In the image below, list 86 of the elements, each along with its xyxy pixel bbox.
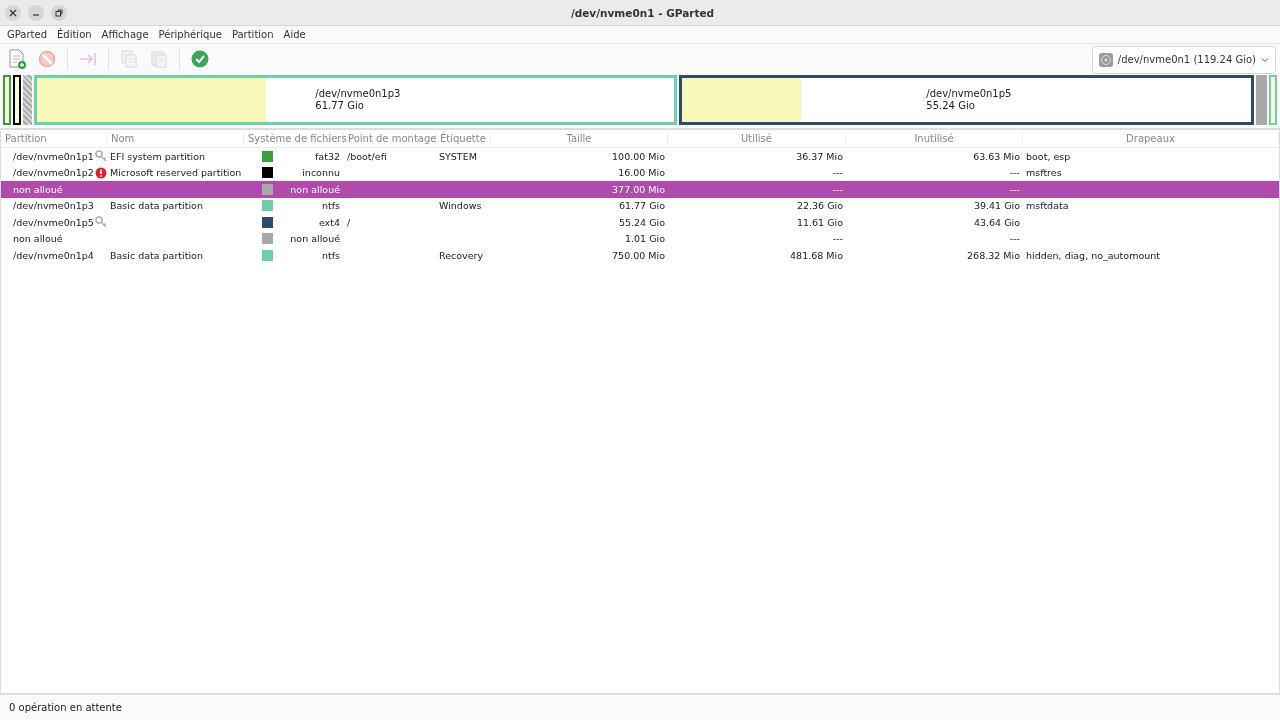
table-cell: /dev/nvme0n1p4 (13, 249, 94, 261)
partition-segment[interactable]: /dev/nvme0n1p3 61.77 Gio (34, 75, 677, 125)
device-dropdown[interactable]: /dev/nvme0n1 (119.24 Gio) (1091, 45, 1276, 74)
caret-icon (1260, 55, 1270, 64)
menu-item[interactable]: Aide (278, 29, 311, 40)
column-header[interactable]: Système de fichiers (244, 133, 344, 144)
table-cell: non alloué (13, 233, 63, 245)
table-cell: 16.00 Mio (618, 167, 665, 179)
restore-icon (55, 8, 63, 17)
table-cell: 1.01 Gio (625, 233, 665, 245)
table-cell: non alloué (290, 183, 340, 195)
table-cell: Windows (439, 200, 482, 212)
table-cell: 377.00 Mio (612, 183, 665, 195)
table-cell: --- (1009, 167, 1020, 179)
menu-item[interactable]: Partition (226, 29, 279, 40)
table-row[interactable]: /dev/nvme0n1p4 Basic data partition ntfs Recovery 750.00 Mio 481.68 Mio 268.32 Mio hidden, diag, no_automount (1, 247, 1279, 264)
table-cell: 43.64 Gio (973, 216, 1020, 228)
new-partition-icon (6, 47, 28, 70)
table-cell: --- (832, 183, 843, 195)
menu-item[interactable]: GParted (2, 29, 52, 40)
table-cell: 55.24 Gio (618, 216, 665, 228)
table-cell: --- (832, 167, 843, 179)
table-cell: /boot/efi (347, 150, 387, 162)
table-cell: /dev/nvme0n1p1 (13, 150, 94, 162)
minimize-button[interactable] (28, 4, 44, 21)
table-cell: Recovery (439, 249, 484, 261)
table-cell: 481.68 Mio (790, 249, 843, 261)
table-cell: msftres (1026, 167, 1062, 179)
table-cell: 36.37 Mio (796, 150, 843, 162)
table-cell: 61.77 Gio (618, 200, 665, 212)
table-cell: inconnu (302, 167, 340, 179)
close-button[interactable] (5, 4, 21, 21)
menu-item[interactable]: Édition (52, 29, 97, 40)
table-cell: Basic data partition (110, 200, 203, 212)
column-header[interactable]: Taille (491, 133, 668, 144)
table-cell: Microsoft reserved partition (110, 167, 242, 179)
table-cell: Basic data partition (110, 249, 203, 261)
table-row[interactable]: non alloué non alloué 1.01 Gio --- --- (1, 230, 1279, 247)
table-cell: ntfs (321, 200, 340, 212)
table-row[interactable]: /dev/nvme0n1p2 Microsoft reserved partition inconnu 16.00 Mio --- --- msftres (1, 164, 1279, 181)
column-header[interactable]: Partition (1, 133, 107, 144)
close-icon (9, 8, 17, 17)
menu-item[interactable]: Périphérique (153, 29, 227, 40)
table-cell: --- (1009, 233, 1020, 245)
column-header[interactable]: Utilisé (668, 133, 846, 144)
table-cell: /dev/nvme0n1p2 (13, 167, 94, 179)
table-row[interactable]: /dev/nvme0n1p1 EFI system partition fat32 /boot/efi SYSTEM 100.00 Mio 36.37 Mio 63.63 Mio boot, esp (1, 148, 1279, 165)
table-cell: SYSTEM (439, 150, 477, 162)
table-cell: 11.61 Gio (796, 216, 843, 228)
partition-segment[interactable] (13, 75, 21, 125)
table-cell: 100.00 Mio (612, 150, 665, 162)
table-cell: --- (832, 233, 843, 245)
table-row[interactable]: non alloué non alloué 377.00 Mio --- --- (1, 181, 1279, 198)
table-cell: msftdata (1026, 200, 1069, 212)
copy-icon (118, 47, 140, 70)
table-cell: 39.41 Gio (973, 200, 1020, 212)
table-cell: --- (1009, 183, 1020, 195)
menu-item[interactable]: Affichage (96, 29, 154, 40)
status-text: 0 opération en attente (9, 702, 122, 713)
table-cell: EFI system partition (110, 150, 205, 162)
column-header[interactable]: Drapeaux (1023, 133, 1279, 144)
table-cell: /dev/nvme0n1p3 (13, 200, 94, 212)
disk-icon (1097, 51, 1114, 68)
table-cell: 750.00 Mio (612, 249, 665, 261)
table-cell: boot, esp (1026, 150, 1071, 162)
table-cell: hidden, diag, no_automount (1026, 249, 1160, 261)
table-cell: ext4 (318, 216, 340, 228)
table-row[interactable]: /dev/nvme0n1p3 Basic data partition ntfs Windows 61.77 Gio 22.36 Gio 39.41 Gio msftdata (1, 197, 1279, 214)
table-row[interactable]: /dev/nvme0n1p5 ext4 / 55.24 Gio 11.61 Gio 43.64 Gio (1, 214, 1279, 231)
column-header[interactable]: Inutilisé (846, 133, 1023, 144)
table-cell: / (347, 216, 351, 228)
table-cell: 268.32 Mio (967, 249, 1020, 261)
table-cell: 22.36 Gio (796, 200, 843, 212)
table-cell: non alloué (13, 183, 63, 195)
table-cell: /dev/nvme0n1p5 (13, 216, 94, 228)
table-cell: ntfs (321, 249, 340, 261)
column-header[interactable]: Étiquette (436, 133, 491, 144)
table-cell: fat32 (315, 150, 340, 162)
table-cell: 63.63 Mio (973, 150, 1020, 162)
segment-size: 55.24 Gio (926, 100, 976, 112)
restore-button[interactable] (51, 4, 67, 21)
table-cell: non alloué (290, 233, 340, 245)
window-title: /dev/nvme0n1 - GParted (569, 6, 716, 19)
partition-segment[interactable]: /dev/nvme0n1p5 55.24 Gio (678, 75, 1254, 125)
segment-size: 61.77 Gio (315, 100, 365, 112)
column-header[interactable]: Nom (107, 133, 244, 144)
